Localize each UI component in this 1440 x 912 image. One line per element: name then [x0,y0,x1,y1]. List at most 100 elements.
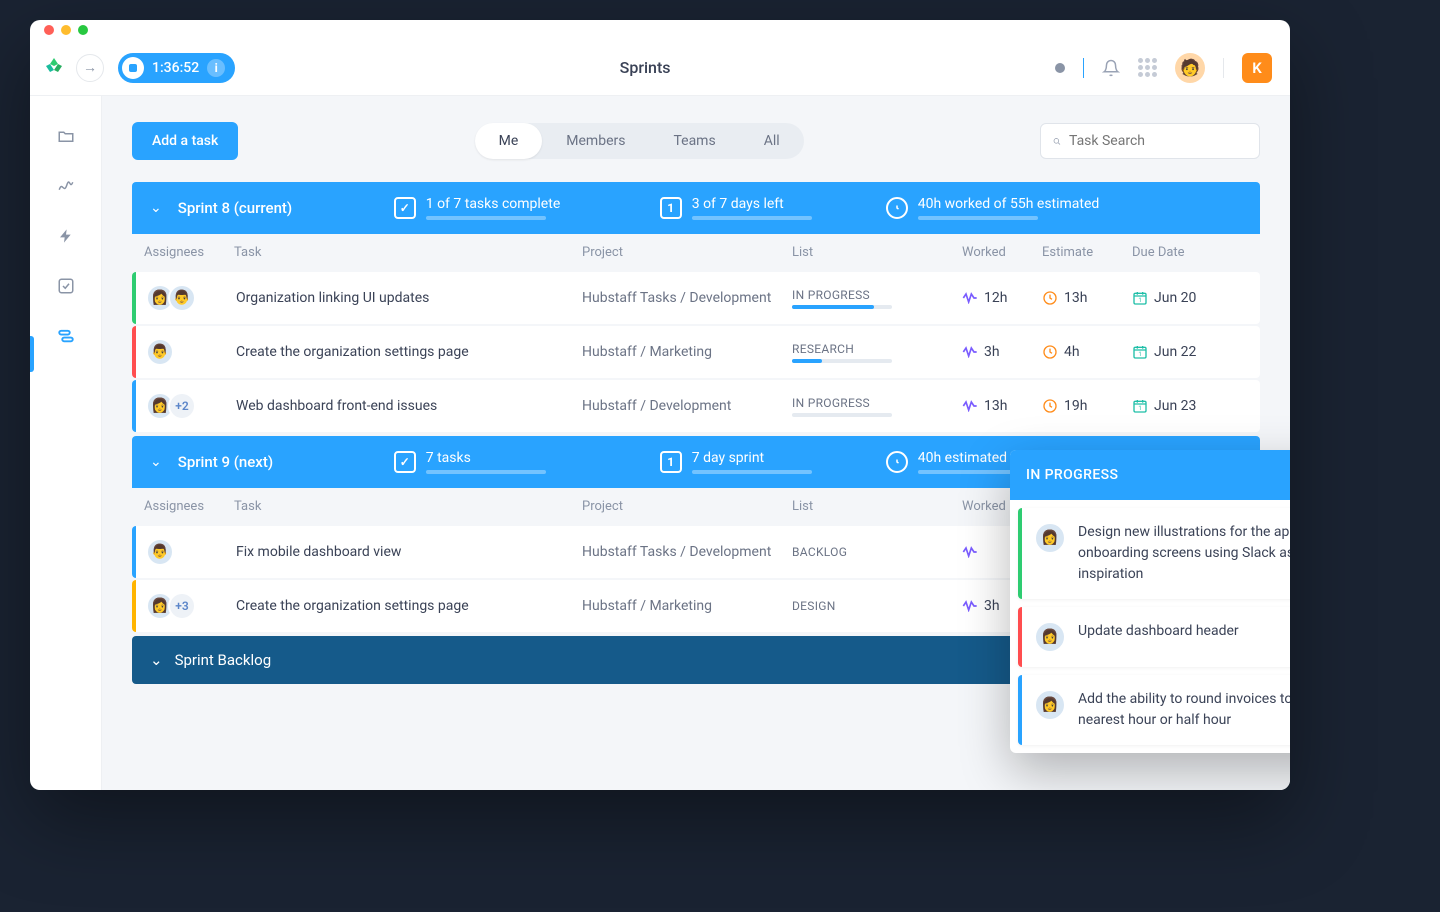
chevron-down-icon: ⌄ [150,454,162,470]
avatar[interactable]: 👨 [146,338,174,366]
presence-indicator-icon[interactable] [1055,63,1065,73]
task-estimate: 19h [1042,398,1132,414]
tab-all[interactable]: All [740,123,804,159]
task-list: IN PROGRESS [792,288,962,309]
window-titlebar [30,20,1290,40]
assignees: 👩👨 [146,284,236,312]
avatar: 👩 [1034,621,1066,653]
task-due: 1Jun 23 [1132,398,1242,414]
search-icon [1053,134,1061,149]
task-project: Hubstaff Tasks / Development [582,290,792,306]
card-text: Add the ability to round invoices to the… [1078,689,1290,731]
sprint-current-name: Sprint 8 (current) [178,199,378,217]
chevron-down-icon: ⌄ [150,200,162,216]
col-list: List [792,245,962,260]
clock-icon [886,451,908,473]
task-list: BACKLOG [792,545,962,559]
topbar: → 1:36:52 i Sprints 🧑 K [30,40,1290,96]
task-worked: 12h [962,290,1042,306]
col-assignees: Assignees [144,499,234,514]
search-input[interactable] [1069,133,1247,149]
tab-members[interactable]: Members [542,123,649,159]
chevron-down-icon: ⌄ [150,651,163,669]
task-due: 1Jun 22 [1132,344,1242,360]
task-due: 1Jun 20 [1132,290,1242,306]
svg-text:1: 1 [1138,405,1141,412]
app-logo-icon[interactable] [40,54,68,82]
col-worked: Worked [962,245,1042,260]
task-estimate: 13h [1042,290,1132,306]
search-box[interactable] [1040,123,1260,159]
task-list: DESIGN [792,599,962,613]
timer-stop-button[interactable] [122,57,144,79]
assignees: 👨 [146,538,236,566]
nav-forward-button[interactable]: → [76,54,104,82]
task-worked: 3h [962,344,1042,360]
task-worked: 13h [962,398,1042,414]
avatar[interactable]: 👨 [146,538,174,566]
in-progress-card[interactable]: 👩 Add the ability to round invoices to t… [1018,675,1290,745]
tasks-complete-icon: ✓ [394,197,416,219]
window-zoom-icon[interactable] [78,25,88,35]
add-task-button[interactable]: Add a task [132,122,238,160]
in-progress-header: IN PROGRESS ＋ ⋮ [1010,450,1290,500]
assignees: 👩+3 [146,592,236,620]
avatar-more[interactable]: +3 [168,592,196,620]
calendar-icon: 1 [660,451,682,473]
task-name: Create the organization settings page [236,598,582,614]
stat-days: 3 of 7 days left [692,196,812,212]
task-row[interactable]: 👨 Create the organization settings page … [132,326,1260,378]
avatar: 👩 [1034,689,1066,721]
col-task: Task [234,245,582,260]
in-progress-title: IN PROGRESS [1026,467,1118,483]
in-progress-card[interactable]: 👩 Update dashboard header [1018,607,1290,667]
scope-tabs: Me Members Teams All [475,123,804,159]
col-project: Project [582,245,792,260]
sidebar-folder-icon[interactable] [56,126,76,146]
sprint-current-header[interactable]: ⌄ Sprint 8 (current) ✓ 1 of 7 tasks comp… [132,182,1260,234]
window-close-icon[interactable] [44,25,54,35]
avatar-more[interactable]: +2 [168,392,196,420]
calendar-icon: 1 [660,197,682,219]
svg-text:1: 1 [1138,297,1141,304]
user-avatar[interactable]: 🧑 [1175,53,1205,83]
workspace-badge[interactable]: K [1242,53,1272,83]
sidebar-active-marker [30,336,34,372]
task-row[interactable]: 👩+2 Web dashboard front-end issues Hubst… [132,380,1260,432]
task-project: Hubstaff / Marketing [582,344,792,360]
assignees: 👨 [146,338,236,366]
column-headers: Assignees Task Project List Worked Estim… [132,234,1260,270]
svg-text:1: 1 [1138,351,1141,358]
sidebar-checkbox-icon[interactable] [56,276,76,296]
tasks-icon: ✓ [394,451,416,473]
task-row[interactable]: 👩👨 Organization linking UI updates Hubst… [132,272,1260,324]
sprint-next-name: Sprint 9 (next) [178,453,378,471]
app-window: → 1:36:52 i Sprints 🧑 K [30,20,1290,790]
in-progress-panel: IN PROGRESS ＋ ⋮ 👩 Design new illustratio… [1010,450,1290,753]
add-icon[interactable]: ＋ [1289,461,1290,490]
task-name: Create the organization settings page [236,344,582,360]
col-estimate: Estimate [1042,245,1132,260]
col-list: List [792,499,962,514]
sidebar-activity-icon[interactable] [56,176,76,196]
sidebar-bolt-icon[interactable] [56,226,76,246]
avatar[interactable]: 👨 [168,284,196,312]
col-project: Project [582,499,792,514]
task-project: Hubstaff Tasks / Development [582,544,792,560]
top-actions: 🧑 K [1055,53,1272,83]
tab-me[interactable]: Me [475,123,543,159]
apps-grid-icon[interactable] [1138,58,1157,77]
sidebar-sprints-icon[interactable] [56,326,76,346]
tab-teams[interactable]: Teams [649,123,739,159]
task-name: Fix mobile dashboard view [236,544,582,560]
task-project: Hubstaff / Marketing [582,598,792,614]
window-minimize-icon[interactable] [61,25,71,35]
timer-info-icon[interactable]: i [207,59,225,77]
timer-pill[interactable]: 1:36:52 i [118,53,235,83]
backlog-label: Sprint Backlog [175,651,272,669]
notifications-icon[interactable] [1102,59,1120,77]
stat-next-tasks: 7 tasks [426,450,546,466]
task-project: Hubstaff / Development [582,398,792,414]
sidebar [30,96,102,790]
in-progress-card[interactable]: 👩 Design new illustrations for the app o… [1018,508,1290,599]
